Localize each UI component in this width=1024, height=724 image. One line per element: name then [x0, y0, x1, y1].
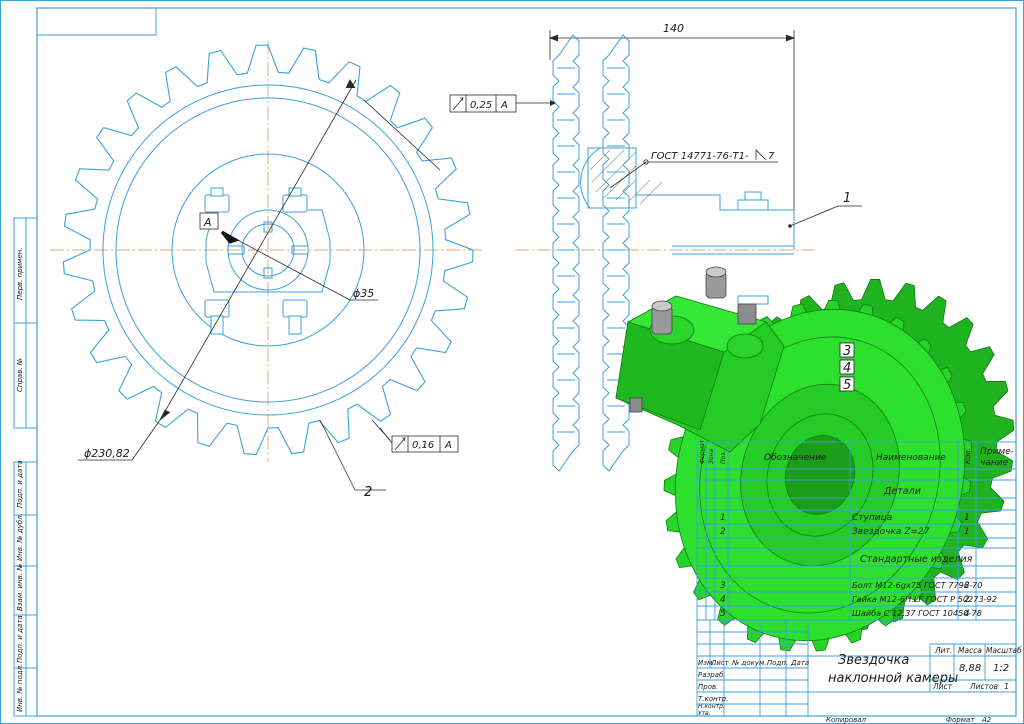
runout-side-value: 0,25: [470, 100, 492, 111]
col-podp: Подп.: [767, 659, 788, 667]
row-4-name: Гайка М12-6Н.LF ГОСТ Р 50273-92: [852, 594, 997, 604]
front-dimensions: [78, 79, 441, 491]
hdr-qty: Кол.: [964, 448, 972, 464]
stamp-sprav-no: Справ. №: [16, 358, 24, 392]
row-3-qty: 2: [964, 581, 970, 591]
model-callouts: 3 4 5: [839, 342, 855, 393]
dim-bore-diameter: ϕ35: [353, 287, 374, 300]
hub-side: [580, 147, 795, 305]
hdr-zone: Зона: [708, 449, 715, 464]
role-tkontr: Т.контр.: [698, 695, 728, 703]
leader-1-label: 1: [843, 191, 851, 206]
runout-front-datum: A: [444, 440, 452, 451]
mass-label: Масса: [958, 646, 982, 655]
col-data: Дата: [790, 659, 809, 667]
title-line-1: Звездочка: [838, 653, 909, 668]
row-2-name: Звездочка Z=27: [852, 527, 930, 537]
footer: Копировал Формат А2: [826, 716, 992, 724]
change-cols: Изм. Лист № докум. Подп. Дата: [698, 659, 809, 667]
hdr-name: Наименование: [876, 453, 946, 463]
hdr-pos: Поз.: [720, 451, 727, 464]
stamp-vzam-inv: Взам. инв. №: [16, 563, 24, 611]
row-4-pos: 4: [720, 595, 726, 605]
footer-copied: Копировал: [826, 716, 867, 724]
row-3-pos: 3: [720, 581, 726, 591]
runout-side-datum: A: [500, 100, 508, 111]
role-prov: Пров.: [698, 683, 718, 691]
dim-outer-diameter: ϕ230,82: [84, 447, 130, 460]
row-1-pos: 1: [720, 513, 726, 523]
callout-5: 5: [843, 378, 851, 393]
side-stamp-labels: Перв. примен. Справ. № Подп. и дата Инв.…: [16, 247, 24, 712]
hdr-note-1: Приме-: [980, 447, 1014, 457]
sheet-label: Лист: [932, 682, 953, 691]
scale-label: Масштаб: [986, 646, 1022, 655]
runout-front-value: 0,16: [412, 440, 434, 451]
lit-label: Лит.: [934, 646, 952, 655]
row-5-qty: 4: [964, 609, 970, 619]
footer-format-value: А2: [981, 716, 992, 724]
row-4-qty: 2: [964, 595, 970, 605]
hdr-designation: Обозначение: [764, 453, 827, 463]
role-utv: Утв.: [698, 710, 711, 717]
leader-2-label: 2: [364, 485, 372, 500]
datum-label: A: [203, 216, 212, 229]
row-1-name: Ступица: [852, 513, 892, 523]
stamp-perv-primen: Перв. примен.: [16, 247, 24, 300]
weld-note: ГОСТ 14771-76-Т1-: [651, 151, 749, 162]
stamp-podp-data-1: Подп. и дата: [16, 460, 24, 508]
col-list: Лист: [710, 659, 730, 667]
hdr-note-2: чание: [980, 458, 1009, 468]
section-details: Детали: [883, 486, 921, 497]
dim-width-140: 140: [663, 22, 684, 35]
side-width-dimension: [548, 30, 796, 212]
scale-value: 1:2: [993, 663, 1009, 674]
weld-leg: 7: [768, 151, 775, 162]
callout-3: 3: [843, 344, 851, 359]
sheets-value: 1: [1004, 682, 1009, 691]
row-3-name: Болт М12-6gх75 ГОСТ 7796-70: [852, 580, 982, 590]
footer-format-label: Формат: [946, 716, 975, 724]
hdr-format: Формат: [699, 439, 706, 464]
leader-1: 1: [788, 191, 862, 228]
stamp-podp-data-2: Подп. и дата: [16, 615, 24, 663]
row-5-pos: 5: [720, 609, 726, 619]
drawing-canvas: Перв. примен. Справ. № Подп. и дата Инв.…: [0, 0, 1024, 724]
row-5-name: Шайба С 12.37 ГОСТ 10450-78: [852, 608, 982, 618]
drawing-sheet: Перв. примен. Справ. № Подп. и дата Инв.…: [0, 0, 1024, 724]
callout-4: 4: [843, 361, 851, 376]
sheets-label: Листов: [969, 682, 998, 691]
row-2-qty: 1: [964, 527, 970, 537]
stamp-inv-dubl: Инв. № дубл.: [16, 513, 24, 561]
weld-callout: ГОСТ 14771-76-Т1- 7: [609, 149, 778, 189]
role-razrab: Разраб.: [698, 671, 726, 679]
col-docum: № докум.: [731, 659, 767, 667]
role-nkontr: Н.контр.: [698, 703, 725, 710]
section-standard: Стандартные изделия: [860, 554, 973, 565]
front-view: A ϕ230,82 ϕ35 2 0,16 A: [50, 40, 485, 500]
row-2-pos: 2: [720, 527, 726, 537]
row-1-qty: 1: [964, 513, 970, 523]
mass-value: 8,88: [959, 663, 981, 674]
runout-frame-front: 0,16 A: [379, 427, 459, 453]
sprocket-side-plates: [552, 34, 630, 472]
stamp-inv-podl: Инв. № подл.: [16, 664, 24, 712]
runout-frame-side: 0,25 A: [449, 94, 556, 113]
datum-arrow: [220, 230, 240, 244]
